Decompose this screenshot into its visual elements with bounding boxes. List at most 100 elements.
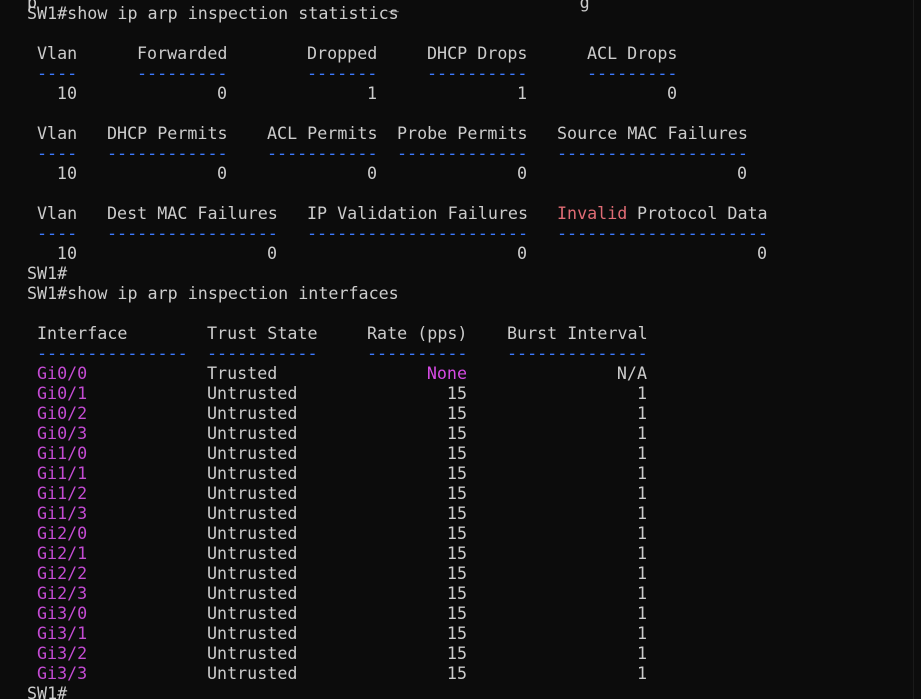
command-line-statistics: SW1#show ip arp inspection statistics [27, 3, 399, 23]
rate-pps: 15 [446, 583, 467, 603]
interface-name: Gi0/1 [37, 383, 88, 403]
value-acl-drops: 0 [666, 83, 677, 103]
col-header-vlan: Vlan [37, 203, 78, 223]
burst-interval: 1 [636, 523, 647, 543]
prompt-line: SW1# [27, 263, 68, 283]
rate-pps: 15 [446, 483, 467, 503]
command-line-interfaces: SW1#show ip arp inspection interfaces [27, 283, 399, 303]
rate-pps: 15 [446, 523, 467, 543]
col-header-acl-permits: ACL Permits [267, 123, 378, 143]
terminal-window[interactable]: p _ g SW1#show ip arp inspection statist… [0, 0, 913, 699]
trust-state: Untrusted [207, 463, 298, 483]
value-dhcp-drops: 1 [516, 83, 527, 103]
value-ip-validation-failures: 0 [516, 243, 527, 263]
rate-pps: 15 [446, 443, 467, 463]
dash-separator: ------------ [107, 143, 228, 163]
table-row: Gi0/3 Untrusted 15 1 [27, 423, 887, 443]
prompt-line-final: SW1# [27, 683, 68, 699]
stats-value-row: 10 0 0 0 [27, 243, 887, 263]
trust-state: Untrusted [207, 423, 298, 443]
interface-name: Gi0/3 [37, 423, 88, 443]
value-invalid-protocol-data: 0 [756, 243, 767, 263]
dash-separator: --------- [137, 63, 228, 83]
burst-interval: 1 [636, 563, 647, 583]
rate-pps: 15 [446, 403, 467, 423]
burst-interval: 1 [636, 583, 647, 603]
burst-interval: 1 [636, 383, 647, 403]
burst-interval: 1 [636, 643, 647, 663]
burst-interval: 1 [636, 443, 647, 463]
dash-separator: ------------------- [557, 143, 748, 163]
col-header-forwarded: Forwarded [137, 43, 228, 63]
dash-separator: --------- [587, 63, 678, 83]
stats-dash-row: ---- --------- ------- ---------- ------… [27, 63, 887, 83]
rate-pps: None [426, 363, 467, 383]
dash-separator: ---- [37, 143, 78, 163]
col-header-ip-validation-failures: IP Validation Failures [307, 203, 529, 223]
dash-separator: ---------- [367, 343, 468, 363]
stats-value-row: 10 0 0 0 0 [27, 163, 887, 183]
rate-pps: 15 [446, 623, 467, 643]
trust-state: Untrusted [207, 603, 298, 623]
vertical-scrollbar[interactable] [913, 0, 921, 699]
col-header-vlan: Vlan [37, 43, 78, 63]
col-header-dhcp-permits: DHCP Permits [107, 123, 228, 143]
table-row: Gi1/1 Untrusted 15 1 [27, 463, 887, 483]
col-header-protocol-data: Protocol Data [637, 203, 768, 223]
trust-state: Untrusted [207, 503, 298, 523]
value-vlan: 10 [56, 163, 77, 183]
value-dest-mac-failures: 0 [266, 243, 277, 263]
interface-name: Gi1/0 [37, 443, 88, 463]
burst-interval: 1 [636, 623, 647, 643]
stats-header-row: Vlan Dest MAC Failures IP Validation Fai… [27, 203, 887, 223]
stats-header-row: Vlan DHCP Permits ACL Permits Probe Perm… [27, 123, 887, 143]
table-row: Gi2/3 Untrusted 15 1 [27, 583, 887, 603]
interface-name: Gi1/1 [37, 463, 88, 483]
burst-interval: 1 [636, 463, 647, 483]
value-probe-permits: 0 [516, 163, 527, 183]
trust-state: Untrusted [207, 443, 298, 463]
table-row: Gi0/1 Untrusted 15 1 [27, 383, 887, 403]
dash-separator: --------------------- [557, 223, 768, 243]
col-header-dhcp-drops: DHCP Drops [427, 43, 528, 63]
interface-name: Gi2/0 [37, 523, 88, 543]
value-vlan: 10 [56, 83, 77, 103]
table-row: Gi3/0 Untrusted 15 1 [27, 603, 887, 623]
rate-pps: 15 [446, 563, 467, 583]
rate-pps: 15 [446, 503, 467, 523]
value-source-mac-failures: 0 [736, 163, 747, 183]
table-row: Gi3/2 Untrusted 15 1 [27, 643, 887, 663]
dash-separator: ---- [37, 223, 78, 243]
interface-name: Gi2/3 [37, 583, 88, 603]
interface-name: Gi1/2 [37, 483, 88, 503]
rate-pps: 15 [446, 423, 467, 443]
trust-state: Untrusted [207, 483, 298, 503]
rate-pps: 15 [446, 603, 467, 623]
table-row: Gi1/2 Untrusted 15 1 [27, 483, 887, 503]
col-header-dest-mac-failures: Dest MAC Failures [107, 203, 278, 223]
stats-dash-row: ---- ------------ ----------- ----------… [27, 143, 887, 163]
burst-interval: 1 [636, 663, 647, 683]
interface-name: Gi1/3 [37, 503, 88, 523]
col-header-interface: Interface [37, 323, 128, 343]
burst-interval: 1 [636, 503, 647, 523]
value-dropped: 1 [366, 83, 377, 103]
value-forwarded: 0 [216, 83, 227, 103]
dash-separator: ------- [307, 63, 378, 83]
table-row: Gi2/0 Untrusted 15 1 [27, 523, 887, 543]
value-vlan: 10 [56, 243, 77, 263]
interface-name: Gi2/1 [37, 543, 88, 563]
burst-interval: 1 [636, 423, 647, 443]
col-header-invalid-highlight: Invalid [557, 203, 628, 223]
table-row: Gi1/3 Untrusted 15 1 [27, 503, 887, 523]
interface-name: Gi3/2 [37, 643, 88, 663]
table-row: Gi3/3 Untrusted 15 1 [27, 663, 887, 683]
trust-state: Untrusted [207, 663, 298, 683]
dash-separator: ----------- [207, 343, 318, 363]
table-row: Gi2/1 Untrusted 15 1 [27, 543, 887, 563]
interfaces-header-row: Interface Trust State Rate (pps) Burst I… [27, 323, 887, 343]
interface-name: Gi0/2 [37, 403, 88, 423]
trust-state: Untrusted [207, 523, 298, 543]
burst-interval: 1 [636, 483, 647, 503]
col-header-vlan: Vlan [37, 123, 78, 143]
